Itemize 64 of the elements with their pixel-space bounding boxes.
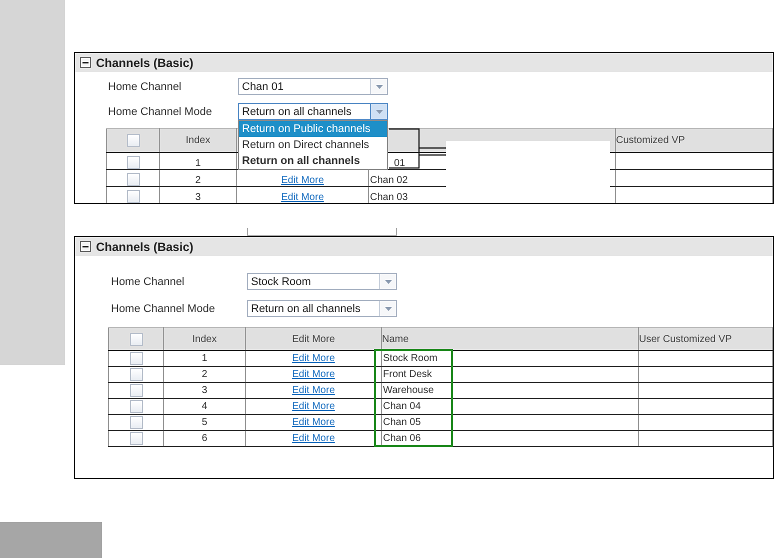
collapse-icon[interactable] [80,57,91,68]
checkbox[interactable] [126,156,140,169]
checkbox[interactable] [130,432,142,445]
table-cell: Chan 05 [383,417,421,428]
edit-more-link[interactable]: Edit More [292,433,335,444]
edit-more-link[interactable]: Edit More [292,401,335,412]
column-header: Index [192,334,217,344]
dropdown[interactable]: Return on all channels [238,103,388,120]
column-header: Edit More [292,334,335,344]
column-header: User Customized VP [639,334,732,344]
dropdown-option[interactable]: Return on all channels [239,153,387,169]
table-cell: 2 [202,369,208,380]
table-cell: 6 [202,433,208,444]
caret-icon [384,280,392,284]
table-cell: 1 [202,353,208,364]
checkbox[interactable] [130,332,142,346]
checkbox[interactable] [126,173,140,186]
table-cell: 01 [394,158,406,169]
dropdown[interactable]: Chan 01 [238,78,388,95]
table-cell: Chan 06 [383,433,421,444]
table-cell: Stock Room [383,353,438,364]
checkbox[interactable] [126,134,140,147]
field-label: Home Channel [111,276,186,288]
table-cell: 1 [195,158,201,169]
dropdown-option[interactable]: Return on Public channels [239,121,387,137]
input-field[interactable] [247,228,397,236]
field-label: Home Channel Mode [108,106,213,118]
section-title: Channels (Basic) [96,56,194,70]
checkbox[interactable] [130,416,142,429]
checkbox[interactable] [130,400,142,413]
dropdown-option[interactable]: Return on Direct channels [239,137,387,153]
table-cell: 4 [202,401,208,412]
dropdown[interactable]: Stock Room [247,273,397,290]
table-cell: Front Desk [383,369,432,380]
table-cell: Chan 02 [370,175,408,186]
edit-more-link[interactable]: Edit More [292,385,335,396]
column-header: Name [382,334,409,344]
checkbox[interactable] [130,384,142,397]
edit-more-link[interactable]: Edit More [292,353,335,364]
checkbox[interactable] [130,368,142,381]
collapse-icon[interactable] [80,241,91,252]
table-cell: Chan 04 [383,401,421,412]
edit-more-link[interactable]: Edit More [281,175,324,186]
leader-line [389,128,446,169]
edit-more-link[interactable]: Edit More [292,417,335,428]
table-cell: 5 [202,417,208,428]
section-title: Channels (Basic) [96,240,194,254]
caret-icon [384,306,392,310]
column-header: Customized VP [616,135,685,146]
checkbox[interactable] [130,352,142,365]
table-cell: Chan 03 [370,192,408,203]
edit-more-link[interactable]: Edit More [281,192,324,203]
caret-icon [376,84,382,88]
table-cell: Warehouse [383,385,434,396]
field-label: Home Channel Mode [111,302,216,314]
edit-more-link[interactable]: Edit More [292,369,335,380]
column-header: Index [186,135,210,146]
checkbox[interactable] [126,190,140,203]
table-cell: 3 [195,192,201,203]
caret-icon [376,110,382,114]
table-cell: 2 [195,175,201,186]
dropdown[interactable]: Return on all channels [247,300,397,317]
table-cell: 3 [202,385,208,396]
field-label: Home Channel [108,80,182,92]
